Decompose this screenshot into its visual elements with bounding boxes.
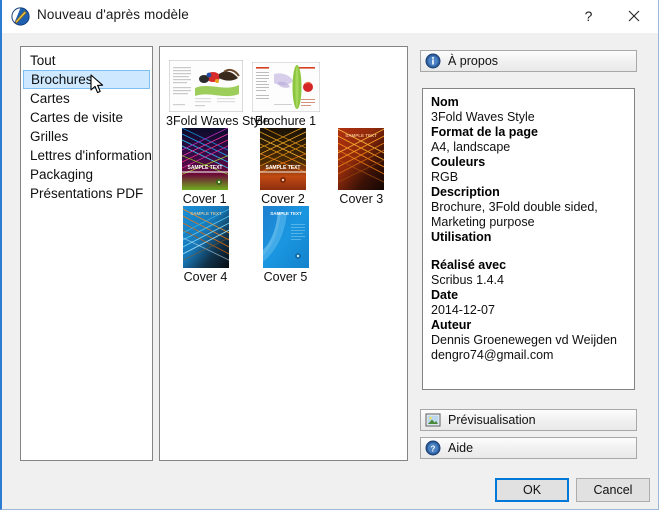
question-icon: ? — [425, 440, 441, 456]
svg-text:SAMPLE TEXT: SAMPLE TEXT — [187, 165, 222, 171]
template-item-3fold-waves-style[interactable]: 3Fold Waves Style — [166, 55, 270, 133]
brochure-3fold-waves-thumb — [168, 60, 243, 112]
info-label-date: Date — [431, 288, 459, 302]
about-header-label: À propos — [448, 54, 499, 68]
template-label: Brochure 1 — [254, 114, 317, 128]
svg-text:SAMPLE TEXT: SAMPLE TEXT — [270, 211, 302, 216]
about-section-header[interactable]: À propos — [420, 50, 637, 72]
window-title: Nouveau d'après modèle — [37, 7, 189, 22]
help-titlebar-button[interactable]: ? — [566, 0, 611, 31]
cover-2-thumb: SAMPLE TEXT — [259, 128, 306, 190]
new-from-template-dialog: Nouveau d'après modèle ? Tout Brochures … — [0, 0, 659, 510]
category-item-lettres-d-information[interactable]: Lettres d'information — [23, 146, 152, 165]
info-value-author-email: dengro74@gmail.com — [431, 348, 554, 362]
cover-5-thumb: SAMPLE TEXT — [262, 206, 309, 268]
category-item-brochures[interactable]: Brochures — [23, 70, 150, 89]
cover-4-thumb: SAMPLE TEXT — [182, 206, 229, 268]
template-item-brochure-1[interactable]: Brochure 1 — [246, 55, 325, 133]
help-button[interactable]: ? Aide — [420, 437, 637, 459]
template-row: SAMPLE TEXT Cover 4 SAMPLE TEXT Cover 5 — [166, 206, 401, 289]
cover-3-thumb: SAMPLE TEXT — [338, 128, 385, 190]
ok-button[interactable]: OK — [495, 478, 569, 502]
info-label-realise-avec: Réalisé avec — [431, 258, 507, 272]
info-value-auteur: Dennis Groenewegen vd Weijden — [431, 333, 617, 347]
info-label-couleurs: Couleurs — [431, 155, 486, 169]
info-value-description: Brochure, 3Fold double sided, Marketing … — [431, 200, 598, 229]
preview-button[interactable]: Prévisualisation — [420, 409, 637, 431]
template-item-cover-3[interactable]: SAMPLE TEXT Cover 3 — [323, 128, 400, 211]
title-bar: Nouveau d'après modèle ? — [2, 0, 658, 33]
preview-button-label: Prévisualisation — [448, 413, 536, 427]
template-row: 3Fold Waves Style Brochure 1 — [166, 55, 401, 133]
category-item-cartes-de-visite[interactable]: Cartes de visite — [23, 108, 150, 127]
template-info-panel: Nom 3Fold Waves Style Format de la page … — [422, 88, 635, 390]
svg-text:SAMPLE TEXT: SAMPLE TEXT — [265, 165, 300, 171]
svg-text:?: ? — [431, 444, 436, 453]
category-list-panel[interactable]: Tout Brochures Cartes Cartes de visite G… — [20, 46, 153, 461]
template-label: 3Fold Waves Style — [166, 114, 270, 128]
svg-text:SAMPLE TEXT: SAMPLE TEXT — [190, 211, 222, 216]
category-item-grilles[interactable]: Grilles — [23, 127, 150, 146]
info-label-utilisation: Utilisation — [431, 230, 492, 244]
info-value-format: A4, landscape — [431, 140, 511, 154]
cover-1-thumb: SAMPLE TEXT — [181, 128, 228, 190]
info-value-nom: 3Fold Waves Style — [431, 110, 535, 124]
template-item-cover-4[interactable]: SAMPLE TEXT Cover 4 — [166, 206, 245, 289]
template-grid: 3Fold Waves Style Brochure 1 SAMPLE TEXT… — [160, 51, 407, 293]
category-item-cartes[interactable]: Cartes — [23, 89, 150, 108]
help-button-label: Aide — [448, 441, 474, 455]
template-item-cover-1[interactable]: SAMPLE TEXT Cover 1 — [166, 128, 243, 211]
info-label-nom: Nom — [431, 95, 459, 109]
close-button[interactable] — [611, 0, 656, 31]
template-label: Cover 3 — [339, 192, 384, 206]
template-item-cover-2[interactable]: SAMPLE TEXT Cover 2 — [244, 128, 321, 211]
info-value-realise-avec: Scribus 1.4.4 — [431, 273, 504, 287]
cancel-button[interactable]: Cancel — [576, 478, 650, 502]
brochure-1-thumb — [251, 62, 320, 112]
template-label: Cover 2 — [261, 192, 305, 206]
scribus-icon — [11, 7, 30, 26]
category-item-packaging[interactable]: Packaging — [23, 165, 150, 184]
image-icon — [425, 412, 441, 428]
info-icon — [425, 53, 441, 69]
category-item-tout[interactable]: Tout — [23, 51, 150, 70]
info-label-auteur: Auteur — [431, 318, 472, 332]
svg-text:SAMPLE TEXT: SAMPLE TEXT — [346, 133, 378, 138]
info-value-couleurs: RGB — [431, 170, 459, 184]
category-item-presentations-pdf[interactable]: Présentations PDF — [23, 184, 150, 203]
template-label: Cover 5 — [263, 270, 308, 284]
template-label: Cover 4 — [183, 270, 228, 284]
category-list: Tout Brochures Cartes Cartes de visite G… — [21, 51, 152, 203]
info-label-description: Description — [431, 185, 500, 199]
template-grid-panel[interactable]: 3Fold Waves Style Brochure 1 SAMPLE TEXT… — [159, 46, 408, 461]
info-value-date: 2014-12-07 — [431, 303, 495, 317]
template-label: Cover 1 — [182, 192, 227, 206]
info-label-format: Format de la page — [431, 125, 538, 139]
close-icon — [611, 10, 656, 22]
template-row: SAMPLE TEXT Cover 1 SAMPLE TEXT Cover 2 … — [166, 128, 401, 211]
template-item-cover-5[interactable]: SAMPLE TEXT Cover 5 — [246, 206, 325, 289]
